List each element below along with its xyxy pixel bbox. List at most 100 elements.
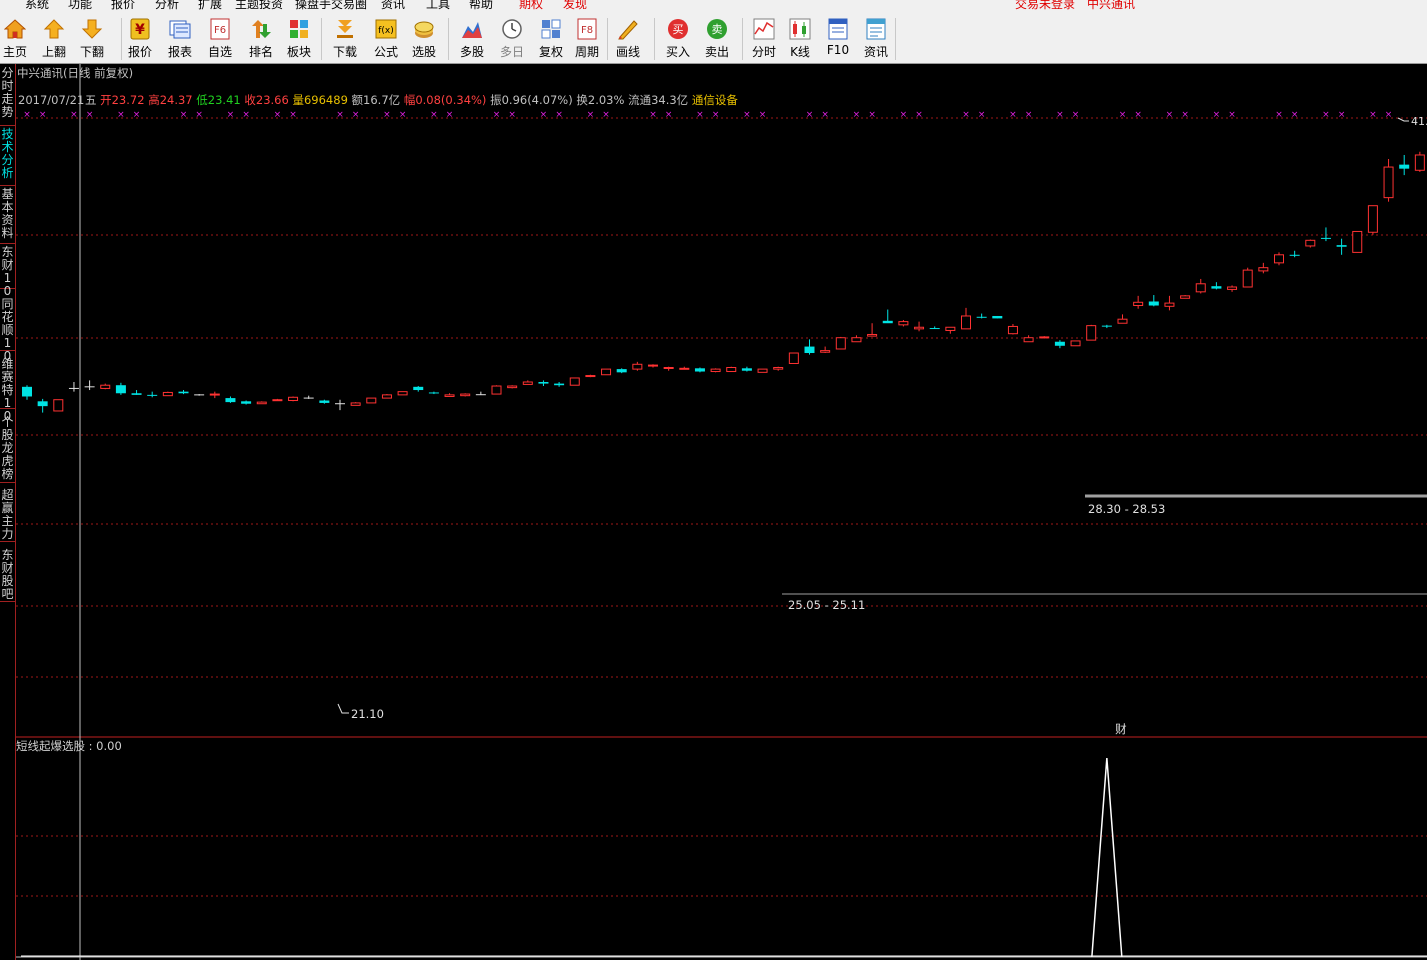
event-marker: × (1134, 110, 1142, 120)
candle-body (491, 385, 502, 395)
max-high-label: 41. (1411, 115, 1427, 128)
candle (1367, 205, 1378, 235)
candle (616, 368, 627, 374)
candle-body (256, 401, 267, 405)
indicator-pane: 财 (21, 722, 1427, 958)
candle-body (100, 384, 111, 389)
event-marker: × (70, 110, 78, 120)
candle (147, 391, 158, 398)
candle-body (741, 368, 752, 371)
candle (303, 395, 314, 399)
candle-body (1117, 318, 1128, 324)
candle (413, 386, 424, 392)
event-marker: × (1181, 110, 1189, 120)
candle (867, 323, 878, 337)
candle (115, 382, 126, 395)
event-marker: × (195, 110, 203, 120)
event-marker: × (743, 110, 751, 120)
candle (632, 361, 643, 371)
candle-body (1336, 245, 1347, 247)
event-marker-label: 财 (1115, 722, 1127, 736)
event-marker: × (915, 110, 923, 120)
candle-body (929, 328, 940, 330)
candle-body (788, 352, 799, 364)
event-marker: × (712, 110, 720, 120)
event-marker: × (446, 110, 454, 120)
candlestick-series[interactable] (22, 103, 1427, 413)
candle-body (381, 394, 392, 399)
candle-body (1383, 166, 1394, 199)
candle (491, 385, 502, 395)
support-label-1: 25.05 - 25.11 (788, 598, 865, 612)
candle-body (1007, 325, 1018, 335)
event-marker: × (1056, 110, 1064, 120)
candle-body (507, 385, 518, 389)
event-marker: × (602, 110, 610, 120)
candle (194, 394, 205, 396)
candle (1399, 154, 1410, 176)
candle-body (1133, 301, 1144, 307)
candle (1007, 324, 1018, 335)
candle-body (663, 367, 674, 369)
candle (1289, 250, 1300, 258)
candle-body (554, 383, 565, 386)
event-marker: × (86, 110, 94, 120)
candle-body (444, 394, 455, 397)
candle (460, 393, 471, 397)
candle-body (648, 364, 658, 367)
candle-body (22, 386, 32, 397)
candle (209, 391, 220, 399)
candle-body (585, 375, 596, 378)
candle (1227, 285, 1238, 292)
candle (37, 398, 48, 413)
event-marker: × (1369, 110, 1377, 120)
kline-chart[interactable]: × × × × × × × × × × × × × × × × × × × × × × × × × × × × × × × × × × × × × × × ×… (0, 0, 1427, 960)
candle-body (1211, 286, 1222, 289)
candle (757, 368, 768, 373)
event-marker: × (352, 110, 360, 120)
candle (444, 393, 455, 397)
candle (694, 367, 705, 373)
event-marker: × (696, 110, 704, 120)
candle (319, 399, 330, 404)
candle (397, 391, 408, 396)
candle (898, 320, 909, 327)
event-marker: × (555, 110, 563, 120)
min-low-pointer (337, 703, 349, 714)
candle-body (976, 316, 987, 318)
event-marker: × (133, 110, 141, 120)
candle-body (162, 391, 173, 397)
candle-body (914, 326, 925, 330)
indicator-spike (1091, 757, 1123, 958)
candle (84, 380, 95, 391)
candle (178, 390, 189, 395)
event-marker: × (806, 110, 814, 120)
candle-body (178, 391, 189, 394)
candle (663, 366, 674, 371)
candle-body (679, 367, 690, 370)
candle-body (851, 337, 862, 343)
candle-body (1023, 337, 1034, 343)
candle-body (835, 337, 846, 350)
event-marker: × (853, 110, 861, 120)
candle (256, 401, 267, 405)
candle-body (694, 368, 705, 372)
event-marker: × (336, 110, 344, 120)
candle (522, 380, 533, 385)
candle-body (319, 400, 330, 403)
candle-body (225, 398, 236, 403)
candle-body (147, 394, 158, 396)
candle-body (569, 377, 580, 386)
candle (1274, 252, 1284, 266)
candle-body (1164, 302, 1175, 307)
candle-body (757, 368, 768, 373)
candle (569, 377, 580, 386)
candle (1320, 227, 1331, 242)
candle-body (1414, 154, 1425, 171)
event-marker: × (1072, 110, 1080, 120)
support-label-2: 28.30 - 28.53 (1088, 502, 1165, 516)
candle-body (1227, 286, 1238, 290)
candle-body (241, 401, 252, 404)
candle (53, 399, 64, 412)
candle (538, 380, 549, 387)
